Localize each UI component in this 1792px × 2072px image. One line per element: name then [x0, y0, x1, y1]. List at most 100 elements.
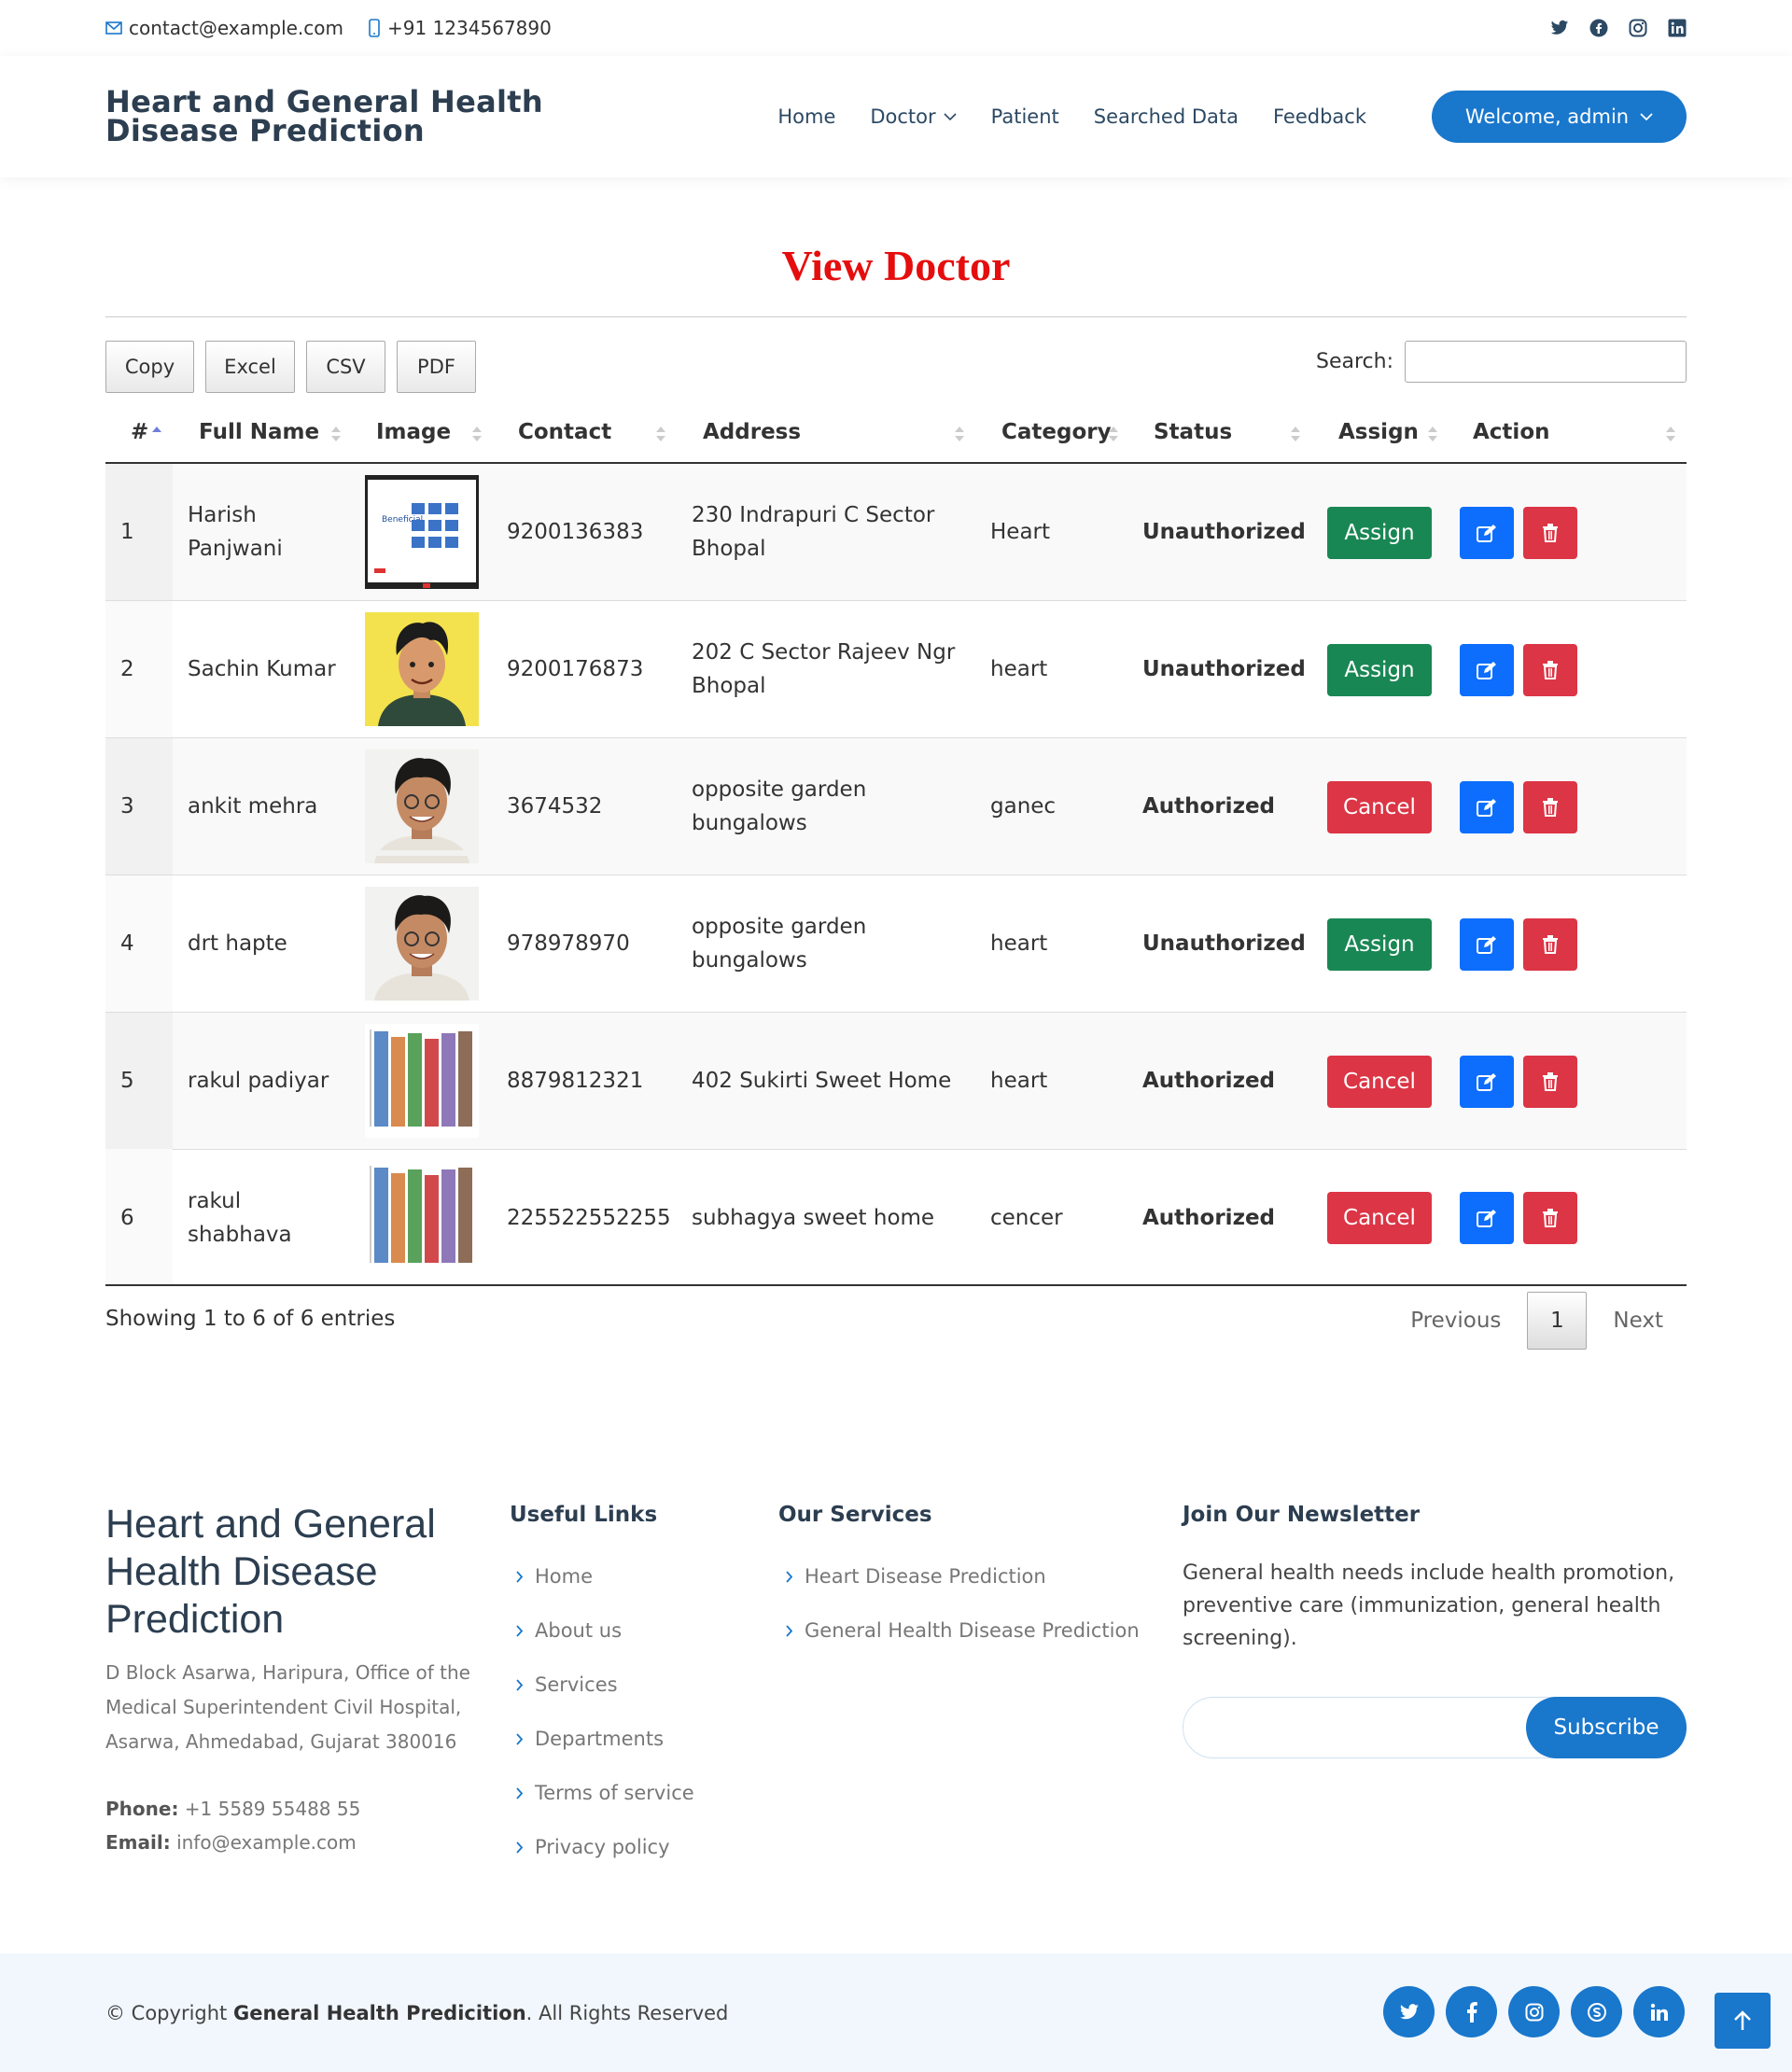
assign-button[interactable]: Assign	[1327, 507, 1432, 559]
doctor-image[interactable]	[365, 749, 479, 863]
edit-icon	[1477, 799, 1496, 817]
col-address[interactable]: Address	[703, 420, 801, 444]
title-divider	[105, 316, 1687, 317]
delete-button[interactable]	[1523, 781, 1577, 833]
subscribe-button[interactable]: Subscribe	[1526, 1697, 1687, 1758]
footer-service-general[interactable]: General Health Disease Prediction	[786, 1603, 1140, 1658]
doctor-image[interactable]: Beneficial	[365, 475, 479, 589]
twitter-icon[interactable]	[1550, 20, 1569, 36]
doctor-image[interactable]	[365, 1024, 479, 1138]
facebook-icon[interactable]	[1446, 1986, 1497, 2037]
chevron-right-icon	[516, 1570, 524, 1583]
sort-icon	[1109, 427, 1118, 441]
col-number[interactable]: #	[131, 420, 148, 444]
trash-icon	[1543, 798, 1558, 817]
site-header: Heart and General Health Disease Predict…	[0, 56, 1792, 177]
search-input[interactable]	[1405, 341, 1687, 383]
col-assign[interactable]: Assign	[1338, 420, 1419, 444]
export-buttons: Copy Excel CSV PDF	[105, 341, 476, 393]
assign-button[interactable]: Assign	[1327, 644, 1432, 696]
delete-button[interactable]	[1523, 507, 1577, 559]
nav-patient[interactable]: Patient	[991, 105, 1059, 128]
table-row: 3 ankit mehra 3674532 opposite garden bu…	[105, 738, 1687, 875]
top-social-links	[1550, 19, 1687, 37]
edit-button[interactable]	[1460, 644, 1514, 696]
edit-button[interactable]	[1460, 781, 1514, 833]
footer-service-heart[interactable]: Heart Disease Prediction	[786, 1549, 1140, 1603]
pdf-button[interactable]: PDF	[397, 341, 476, 393]
useful-links-list: Home About us Services Departments Terms…	[516, 1549, 694, 1874]
row-contact: 225522552255	[507, 1205, 671, 1230]
instagram-icon[interactable]	[1629, 19, 1647, 37]
footer-link-privacy[interactable]: Privacy policy	[516, 1820, 694, 1874]
contact-email[interactable]: contact@example.com	[105, 17, 343, 39]
skype-icon[interactable]	[1571, 1986, 1622, 2037]
phone-icon	[369, 19, 380, 37]
delete-button[interactable]	[1523, 918, 1577, 971]
user-menu-button[interactable]: Welcome, admin	[1432, 91, 1687, 143]
col-category[interactable]: Category	[1001, 420, 1112, 444]
linkedin-icon[interactable]	[1633, 1986, 1685, 2037]
nav-searched-data[interactable]: Searched Data	[1094, 105, 1239, 128]
footer-title: Heart and General Health Disease Predict…	[105, 1502, 436, 1642]
edit-icon	[1477, 662, 1496, 679]
csv-button[interactable]: CSV	[306, 341, 385, 393]
excel-button[interactable]: Excel	[205, 341, 295, 393]
copyright-brand: General Health Predicition	[232, 2002, 526, 2024]
contact-phone[interactable]: +91 1234567890	[368, 17, 552, 39]
col-contact[interactable]: Contact	[518, 420, 611, 444]
site-logo[interactable]: Heart and General Health Disease Predict…	[105, 87, 665, 146]
delete-button[interactable]	[1523, 644, 1577, 696]
facebook-icon[interactable]	[1589, 19, 1608, 37]
table-info: Showing 1 to 6 of 6 entries	[105, 1307, 396, 1331]
pagination-next[interactable]: Next	[1613, 1309, 1663, 1333]
footer-link-departments[interactable]: Departments	[516, 1712, 694, 1766]
edit-icon	[1477, 936, 1496, 954]
useful-links-heading: Useful Links	[510, 1503, 658, 1527]
pagination-page-1[interactable]: 1	[1527, 1292, 1588, 1350]
row-category: heart	[990, 657, 1048, 681]
nav-home[interactable]: Home	[777, 105, 835, 128]
linkedin-icon[interactable]	[1668, 19, 1687, 37]
twitter-icon[interactable]	[1383, 1986, 1435, 2037]
col-status[interactable]: Status	[1154, 420, 1232, 444]
doctor-image[interactable]	[365, 887, 479, 1001]
edit-button[interactable]	[1460, 1056, 1514, 1108]
nav-feedback[interactable]: Feedback	[1273, 105, 1366, 128]
edit-button[interactable]	[1460, 1192, 1514, 1244]
nav-doctor[interactable]: Doctor	[870, 105, 957, 128]
copy-button[interactable]: Copy	[105, 341, 194, 393]
col-image[interactable]: Image	[376, 420, 451, 444]
row-category: heart	[990, 1069, 1048, 1093]
footer-link-terms[interactable]: Terms of service	[516, 1766, 694, 1820]
col-action[interactable]: Action	[1473, 420, 1550, 444]
edit-icon	[1477, 1210, 1496, 1227]
footer-link-services[interactable]: Services	[516, 1658, 694, 1712]
row-status: Authorized	[1142, 1069, 1276, 1093]
doctor-image[interactable]	[365, 612, 479, 726]
edit-button[interactable]	[1460, 918, 1514, 971]
footer-link-about[interactable]: About us	[516, 1603, 694, 1658]
arrow-up-icon	[1734, 2010, 1751, 2030]
cancel-button[interactable]: Cancel	[1327, 1192, 1432, 1244]
row-address: 230 Indrapuri C Sector Bhopal	[692, 503, 935, 561]
footer-address: D Block Asarwa, Haripura, Office of the …	[105, 1661, 470, 1753]
page: contact@example.com +91 1234567890 Heart…	[0, 0, 1792, 2072]
newsletter-email-input[interactable]	[1202, 1698, 1519, 1757]
pagination-previous[interactable]: Previous	[1410, 1309, 1501, 1333]
col-full-name[interactable]: Full Name	[199, 420, 319, 444]
instagram-icon[interactable]	[1508, 1986, 1560, 2037]
footer-link-home[interactable]: Home	[516, 1549, 694, 1603]
delete-button[interactable]	[1523, 1056, 1577, 1108]
cancel-button[interactable]: Cancel	[1327, 1056, 1432, 1108]
edit-button[interactable]	[1460, 507, 1514, 559]
table-row: 6 rakul shabhava 225522552255 subhagya s…	[105, 1149, 1687, 1286]
back-to-top-button[interactable]	[1715, 1993, 1771, 2049]
doctor-image[interactable]	[365, 1160, 479, 1274]
trash-icon	[1543, 935, 1558, 954]
envelope-icon	[105, 21, 122, 35]
assign-button[interactable]: Assign	[1327, 918, 1432, 971]
cancel-button[interactable]: Cancel	[1327, 781, 1432, 833]
delete-button[interactable]	[1523, 1192, 1577, 1244]
trash-icon	[1543, 524, 1558, 542]
